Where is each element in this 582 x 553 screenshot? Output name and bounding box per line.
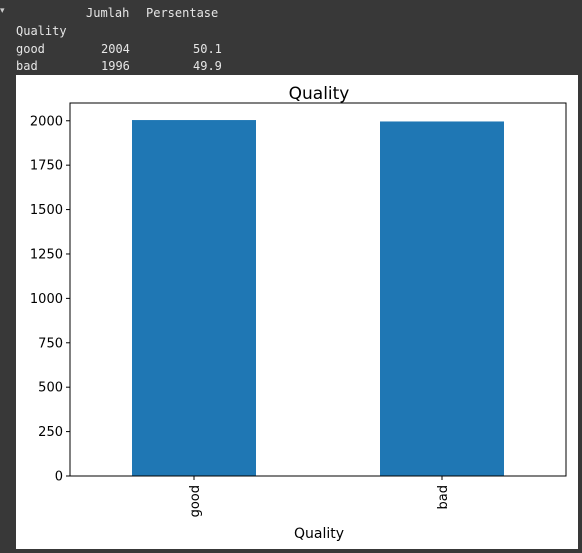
column-header-jumlah: Jumlah [86, 6, 130, 20]
y-tick-label-750: 750 [38, 336, 63, 351]
bar-chart: Quality Quality good bad 0 250 500 750 1000 125… [30, 84, 567, 542]
cell-good-jumlah: 2004 [101, 42, 130, 56]
row-label-good: good [16, 42, 45, 56]
y-tick-label-500: 500 [38, 381, 63, 396]
row-label-bad: bad [16, 59, 38, 73]
cell-good-persentase: 50.1 [193, 42, 222, 56]
y-tick-label-1250: 1250 [30, 247, 63, 262]
index-name: Quality [16, 24, 67, 38]
y-tick-label-250: 250 [38, 425, 63, 440]
y-tick-label-2000: 2000 [30, 114, 63, 129]
y-tick-label-1750: 1750 [30, 159, 63, 174]
dataframe-output: Jumlah Persentase Quality good 2004 50.1… [0, 0, 582, 76]
y-tick-label-0: 0 [55, 470, 63, 485]
bar-bad [380, 121, 504, 476]
y-tick-label-1500: 1500 [30, 203, 63, 218]
x-axis-label: Quality [294, 526, 344, 542]
cell-bad-jumlah: 1996 [101, 59, 130, 73]
y-tick-label-1000: 1000 [30, 292, 63, 307]
x-tick-label-good: good [188, 485, 203, 517]
plot-output: Quality Quality good bad 0 250 500 750 1000 125… [16, 75, 578, 549]
bar-good [132, 120, 256, 477]
cell-bad-persentase: 49.9 [193, 59, 222, 73]
chart-title: Quality [289, 84, 350, 104]
x-tick-label-bad: bad [436, 485, 451, 509]
column-header-persentase: Persentase [146, 6, 219, 20]
